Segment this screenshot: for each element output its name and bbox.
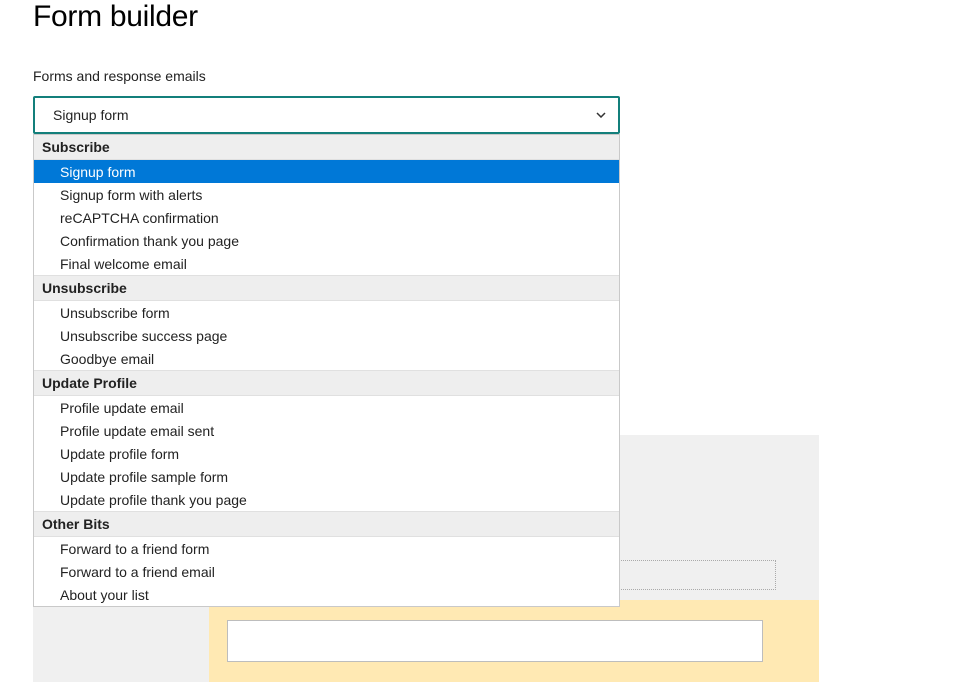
chevron-down-icon — [596, 110, 606, 120]
page-title: Form builder — [33, 0, 936, 34]
select-option[interactable]: Unsubscribe form — [34, 301, 619, 324]
select-option[interactable]: Update profile sample form — [34, 465, 619, 488]
form-select-dropdown[interactable]: SubscribeSignup formSignup form with ale… — [33, 134, 620, 607]
select-option[interactable]: Update profile thank you page — [34, 488, 619, 511]
select-option[interactable]: Update profile form — [34, 442, 619, 465]
option-group-header: Other Bits — [34, 511, 619, 537]
option-group-header: Update Profile — [34, 370, 619, 396]
select-option[interactable]: Forward to a friend email — [34, 560, 619, 583]
placeholder-dotted-box — [618, 560, 776, 590]
select-option[interactable]: Signup form with alerts — [34, 183, 619, 206]
forms-section-label: Forms and response emails — [33, 68, 936, 84]
select-option[interactable]: Forward to a friend form — [34, 537, 619, 560]
select-option[interactable]: Profile update email — [34, 396, 619, 419]
select-option[interactable]: Final welcome email — [34, 252, 619, 275]
select-option[interactable]: Signup form — [34, 160, 619, 183]
form-select-value: Signup form — [53, 107, 128, 123]
form-input-placeholder[interactable] — [227, 620, 763, 662]
form-select-wrapper: Signup form SubscribeSignup formSignup f… — [33, 96, 620, 134]
form-select[interactable]: Signup form — [33, 96, 620, 134]
select-option[interactable]: reCAPTCHA confirmation — [34, 206, 619, 229]
option-group-header: Unsubscribe — [34, 275, 619, 301]
select-option[interactable]: Goodbye email — [34, 347, 619, 370]
option-group-header: Subscribe — [34, 135, 619, 160]
select-option[interactable]: Confirmation thank you page — [34, 229, 619, 252]
select-option[interactable]: About your list — [34, 583, 619, 606]
select-option[interactable]: Unsubscribe success page — [34, 324, 619, 347]
select-option[interactable]: Profile update email sent — [34, 419, 619, 442]
